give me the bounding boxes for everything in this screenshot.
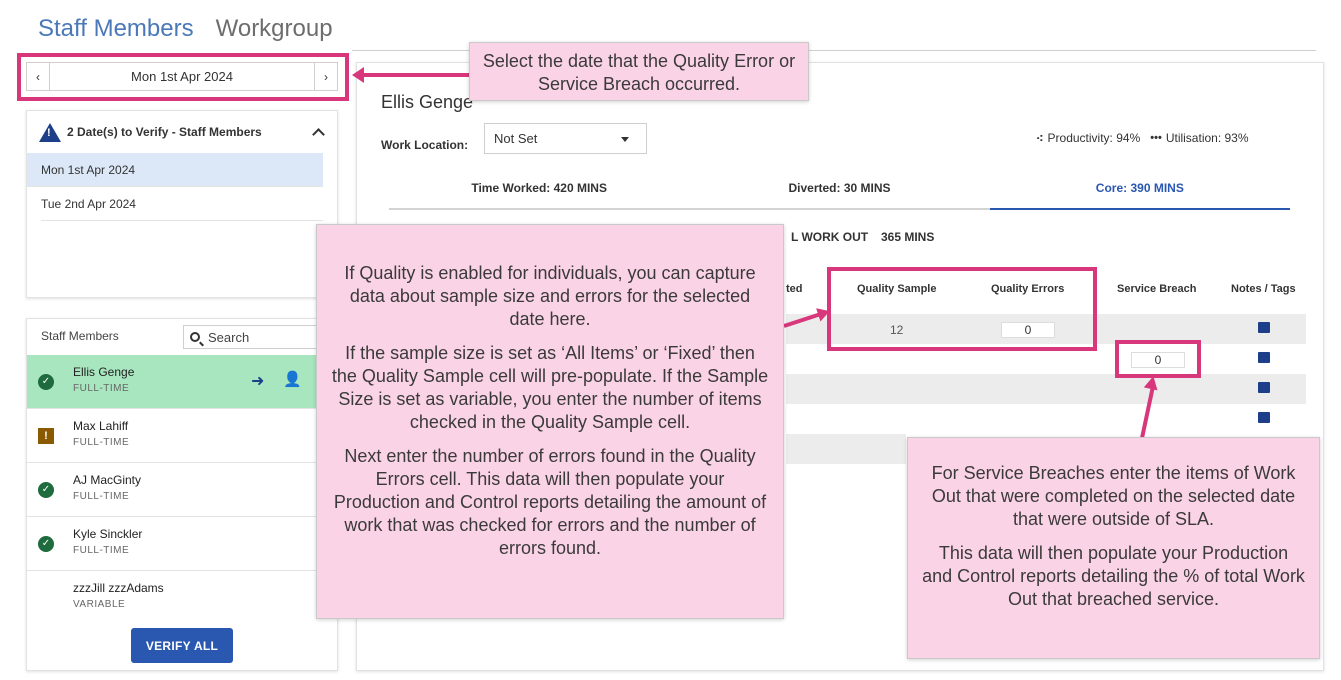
check-circle-icon: ✓ xyxy=(38,374,54,390)
note-icon[interactable] xyxy=(1258,352,1270,363)
utilisation-value: Utilisation: 93% xyxy=(1165,131,1249,145)
callout-text: Next enter the number of errors found in… xyxy=(333,446,767,558)
staff-row[interactable]: ✓ AJ MacGinty FULL-TIME xyxy=(27,463,337,517)
table-row xyxy=(786,404,1306,434)
date-picker-highlight xyxy=(17,53,349,101)
staff-name: zzzJill zzzAdams xyxy=(73,581,164,595)
tab-time-worked[interactable]: Time Worked: 420 MINS xyxy=(389,178,689,208)
tab-diverted[interactable]: Diverted: 30 MINS xyxy=(689,178,989,208)
staff-name: Kyle Sinckler xyxy=(73,527,143,541)
work-out-value: 365 MINS xyxy=(881,230,935,244)
work-location-value: Not Set xyxy=(494,131,538,146)
warning-square-icon: ! xyxy=(38,428,54,444)
quality-columns-highlight xyxy=(827,267,1097,351)
column-header-partial: ted xyxy=(786,283,803,295)
callout-text: Select the date that the Quality Error o… xyxy=(482,51,796,94)
service-breach-highlight xyxy=(1115,340,1201,378)
chevron-up-icon[interactable] xyxy=(312,127,325,141)
staff-row[interactable]: ✓ Ellis Genge FULL-TIME ➜ 👤 xyxy=(27,355,337,409)
staff-type: FULL-TIME xyxy=(73,383,130,394)
productivity-icon: ⁖ xyxy=(1036,132,1044,145)
staff-name: Ellis Genge xyxy=(73,365,135,379)
tab-core[interactable]: Core: 390 MINS xyxy=(989,178,1290,210)
verify-date-item[interactable]: Tue 2nd Apr 2024 xyxy=(41,187,323,221)
table-row xyxy=(786,374,1306,404)
warning-icon: ! xyxy=(39,122,61,142)
metrics: ⁖ Productivity: 94% ••• Utilisation: 93% xyxy=(1036,131,1249,145)
staff-name: Max Lahiff xyxy=(73,419,129,433)
note-icon[interactable] xyxy=(1258,322,1270,333)
column-header-notes-tags: Notes / Tags xyxy=(1231,283,1296,295)
callout-text: If Quality is enabled for individuals, y… xyxy=(344,263,756,329)
staff-name: AJ MacGinty xyxy=(73,473,142,487)
verify-all-button[interactable]: VERIFY ALL xyxy=(131,628,233,663)
staff-type: FULL-TIME xyxy=(73,437,130,448)
staff-type: FULL-TIME xyxy=(73,491,130,502)
pin-icon[interactable]: ➜ xyxy=(251,371,264,391)
staff-type: FULL-TIME xyxy=(73,545,130,556)
search-placeholder: Search xyxy=(208,329,250,345)
staff-row[interactable]: ! Max Lahiff FULL-TIME xyxy=(27,409,337,463)
work-location-label: Work Location: xyxy=(381,138,469,152)
check-circle-icon: ✓ xyxy=(38,482,54,498)
arrowhead-icon xyxy=(352,67,364,83)
arrow-to-date-picker xyxy=(358,73,470,77)
verify-title: 2 Date(s) to Verify - Staff Members xyxy=(67,125,262,139)
search-input[interactable]: Search xyxy=(183,325,333,349)
header-tabs: Staff Members Workgroup xyxy=(38,15,333,43)
productivity-value: Productivity: 94% xyxy=(1047,131,1141,145)
note-icon[interactable] xyxy=(1258,382,1270,393)
caret-down-icon xyxy=(621,137,629,142)
table-row xyxy=(786,434,906,464)
user-check-icon[interactable]: 👤 xyxy=(283,370,302,388)
staff-row[interactable]: ✓ Kyle Sinckler FULL-TIME xyxy=(27,517,337,571)
arrowhead-icon xyxy=(1143,374,1161,391)
column-header-service-breach: Service Breach xyxy=(1117,283,1197,295)
callout-text: This data will then populate your Produc… xyxy=(922,543,1305,609)
verify-dates-card: ! 2 Date(s) to Verify - Staff Members Mo… xyxy=(26,110,338,298)
utilisation-icon: ••• xyxy=(1150,132,1162,144)
verify-date-item[interactable]: Mon 1st Apr 2024 xyxy=(27,153,323,187)
callout-text: For Service Breaches enter the items of … xyxy=(931,463,1296,529)
summary-tabs: Time Worked: 420 MINS Diverted: 30 MINS … xyxy=(389,178,1290,210)
staff-row[interactable]: zzzJill zzzAdams VARIABLE xyxy=(27,571,337,625)
staff-type: VARIABLE xyxy=(73,599,126,610)
work-out-label: L WORK OUT xyxy=(791,230,869,244)
staff-members-heading: Staff Members xyxy=(41,329,119,343)
work-location-select[interactable]: Not Set xyxy=(484,123,647,154)
callout-quality: If Quality is enabled for individuals, y… xyxy=(316,224,784,619)
callout-date-select: Select the date that the Quality Error o… xyxy=(469,42,809,101)
employee-name: Ellis Genge xyxy=(381,92,474,112)
callout-service-breach: For Service Breaches enter the items of … xyxy=(907,437,1320,659)
search-icon xyxy=(190,332,200,342)
note-icon[interactable] xyxy=(1258,412,1270,423)
tab-workgroup[interactable]: Workgroup xyxy=(216,15,333,43)
check-circle-icon: ✓ xyxy=(38,536,54,552)
verify-header[interactable]: ! 2 Date(s) to Verify - Staff Members xyxy=(27,111,337,153)
staff-members-card: Staff Members Search ✓ Ellis Genge FULL-… xyxy=(26,318,338,671)
callout-text: If the sample size is set as ‘All Items’… xyxy=(331,343,769,432)
tab-staff-members[interactable]: Staff Members xyxy=(38,15,194,43)
